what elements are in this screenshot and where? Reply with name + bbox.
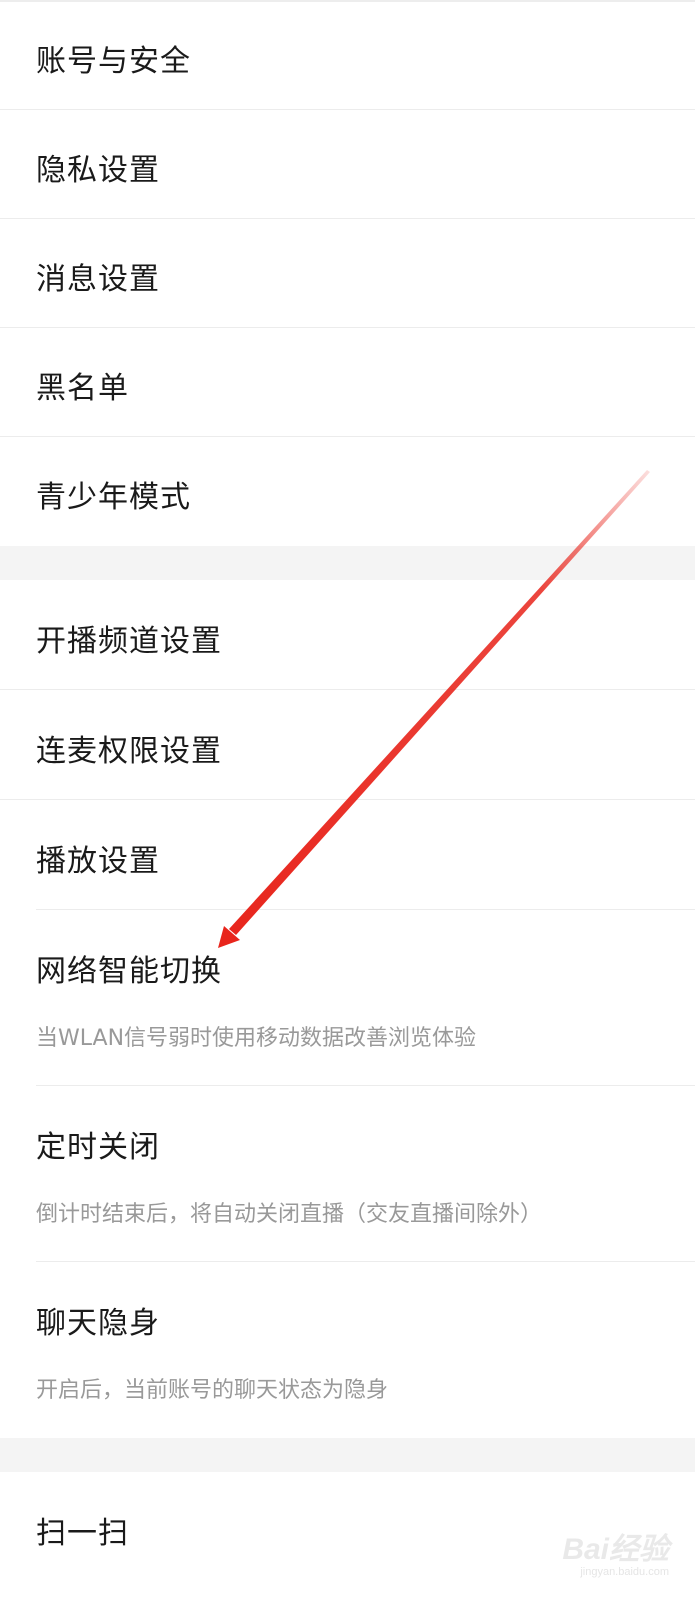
settings-item-channel[interactable]: 开播频道设置 — [0, 580, 695, 690]
section-gap — [0, 1438, 695, 1472]
settings-item-label: 扫一扫 — [36, 1516, 129, 1551]
settings-item-network-switch[interactable]: 网络智能切换 当WLAN信号弱时使用移动数据改善浏览体验 — [0, 910, 695, 1086]
settings-group-live: 开播频道设置 连麦权限设置 播放设置 网络智能切换 当WLAN信号弱时使用移动数… — [0, 580, 695, 1438]
settings-item-mic-permission[interactable]: 连麦权限设置 — [0, 690, 695, 800]
settings-group-account: 账号与安全 隐私设置 消息设置 黑名单 青少年模式 — [0, 2, 695, 546]
settings-item-label: 隐私设置 — [36, 153, 160, 188]
settings-item-blacklist[interactable]: 黑名单 — [0, 328, 695, 437]
settings-item-label: 连麦权限设置 — [36, 734, 222, 769]
settings-item-label: 播放设置 — [36, 844, 160, 879]
settings-item-timed-close[interactable]: 定时关闭 倒计时结束后，将自动关闭直播（交友直播间除外） — [0, 1086, 695, 1262]
settings-item-teen-mode[interactable]: 青少年模式 — [0, 437, 695, 546]
watermark-logo: Bai经验 — [562, 1533, 669, 1566]
settings-item-label: 开播频道设置 — [36, 624, 222, 659]
settings-item-label: 黑名单 — [36, 371, 129, 406]
settings-page: 账号与安全 隐私设置 消息设置 黑名单 青少年模式 开播频道设置 连麦权限设置 — [0, 0, 695, 1600]
settings-item-playback[interactable]: 播放设置 — [0, 800, 695, 910]
section-gap — [0, 546, 695, 580]
settings-item-label: 聊天隐身 — [36, 1306, 160, 1341]
settings-item-label: 网络智能切换 — [36, 954, 222, 989]
settings-item-chat-invisible[interactable]: 聊天隐身 开启后，当前账号的聊天状态为隐身 — [0, 1262, 695, 1438]
settings-item-label: 消息设置 — [36, 262, 160, 297]
settings-item-label: 定时关闭 — [36, 1130, 160, 1165]
settings-item-description: 当WLAN信号弱时使用移动数据改善浏览体验 — [36, 1026, 477, 1051]
settings-item-description: 开启后，当前账号的聊天状态为隐身 — [36, 1378, 389, 1403]
settings-item-description: 倒计时结束后，将自动关闭直播（交友直播间除外） — [36, 1202, 543, 1227]
settings-item-label: 青少年模式 — [36, 480, 191, 515]
settings-item-account-security[interactable]: 账号与安全 — [0, 2, 695, 110]
settings-item-label: 账号与安全 — [36, 44, 191, 79]
baidu-jingyan-watermark: Bai经验 jingyan.baidu.com — [562, 1524, 669, 1578]
settings-item-privacy[interactable]: 隐私设置 — [0, 110, 695, 219]
settings-item-message[interactable]: 消息设置 — [0, 219, 695, 328]
